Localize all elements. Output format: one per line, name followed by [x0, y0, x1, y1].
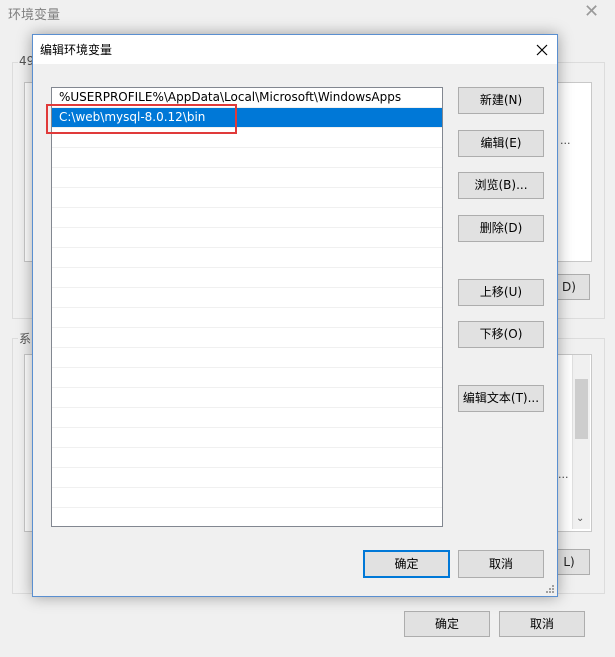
dialog-title: 编辑环境变量 — [40, 43, 113, 57]
path-list-empty-row[interactable] — [52, 188, 442, 208]
browse-button[interactable]: 浏览(B)... — [458, 172, 544, 199]
system-variables-delete-button-label: L) — [563, 555, 575, 569]
dialog-cancel-button[interactable]: 取消 — [458, 550, 544, 578]
close-icon[interactable] — [527, 35, 557, 64]
resize-grip-icon[interactable] — [544, 583, 554, 593]
system-variables-list-fragment: ... — [558, 468, 569, 481]
path-list-empty-row[interactable] — [52, 148, 442, 168]
path-list-empty-row[interactable] — [52, 308, 442, 328]
edit-environment-variable-dialog: 编辑环境变量 %USERPROFILE%\AppData\Local\Micro… — [32, 34, 558, 597]
new-button[interactable]: 新建(N) — [458, 87, 544, 114]
path-list-empty-row[interactable] — [52, 488, 442, 508]
system-variables-group-label: 系 — [18, 330, 33, 347]
edit-text-button-label: 编辑文本(T)... — [462, 391, 540, 405]
user-variables-delete-button-label: D) — [562, 280, 576, 294]
path-list-empty-row[interactable] — [52, 508, 442, 526]
move-down-button-label: 下移(O) — [479, 327, 523, 341]
move-up-button[interactable]: 上移(U) — [458, 279, 544, 306]
parent-cancel-button-label: 取消 — [529, 617, 554, 631]
path-list-empty-row[interactable] — [52, 248, 442, 268]
edit-button-label: 编辑(E) — [480, 136, 522, 150]
system-variables-scrollbar[interactable]: ⌄ — [572, 355, 590, 529]
browse-button-label: 浏览(B)... — [474, 178, 528, 192]
edit-button[interactable]: 编辑(E) — [458, 130, 544, 157]
edit-text-button[interactable]: 编辑文本(T)... — [458, 385, 544, 412]
path-list-empty-row[interactable] — [52, 428, 442, 448]
path-list-empty-row[interactable] — [52, 368, 442, 388]
path-list-empty-row[interactable] — [52, 388, 442, 408]
path-list-empty-row[interactable] — [52, 408, 442, 428]
delete-button-label: 删除(D) — [479, 221, 523, 235]
parent-ok-button-label: 确定 — [434, 617, 459, 631]
parent-window-title: 环境变量 — [8, 8, 61, 23]
parent-close-icon[interactable]: ✕ — [584, 1, 599, 22]
new-button-label: 新建(N) — [479, 93, 523, 107]
path-list-empty-row[interactable] — [52, 128, 442, 148]
path-list-empty-row[interactable] — [52, 268, 442, 288]
move-up-button-label: 上移(U) — [479, 285, 523, 299]
path-list-empty-row[interactable] — [52, 448, 442, 468]
path-list-empty-row[interactable] — [52, 348, 442, 368]
dialog-ok-button-label: 确定 — [394, 557, 419, 571]
path-list-empty-row[interactable] — [52, 168, 442, 188]
dialog-titlebar[interactable]: 编辑环境变量 — [33, 35, 557, 64]
delete-button[interactable]: 删除(D) — [458, 215, 544, 242]
move-down-button[interactable]: 下移(O) — [458, 321, 544, 348]
parent-ok-button[interactable]: 确定 — [404, 611, 490, 637]
path-list-empty-row[interactable] — [52, 328, 442, 348]
path-list-item[interactable]: C:\web\mysql-8.0.12\bin — [52, 108, 442, 128]
path-list[interactable]: %USERPROFILE%\AppData\Local\Microsoft\Wi… — [51, 87, 443, 527]
dialog-cancel-button-label: 取消 — [488, 557, 513, 571]
dialog-ok-button[interactable]: 确定 — [363, 550, 450, 578]
path-list-empty-row[interactable] — [52, 228, 442, 248]
user-variables-list-fragment: ... — [560, 134, 571, 147]
parent-cancel-button[interactable]: 取消 — [499, 611, 585, 637]
path-list-empty-row[interactable] — [52, 208, 442, 228]
path-list-empty-row[interactable] — [52, 468, 442, 488]
scroll-down-icon[interactable]: ⌄ — [576, 513, 584, 524]
system-variables-scroll-thumb[interactable] — [575, 379, 588, 439]
path-list-empty-row[interactable] — [52, 288, 442, 308]
path-list-item[interactable]: %USERPROFILE%\AppData\Local\Microsoft\Wi… — [52, 88, 442, 108]
